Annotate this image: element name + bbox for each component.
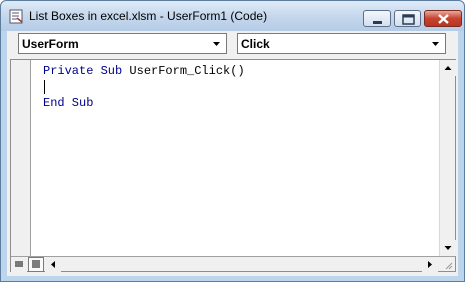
code-keyword: End Sub [43, 96, 94, 110]
margin-indicator-bar[interactable] [11, 60, 31, 256]
close-button[interactable] [424, 10, 462, 27]
chevron-down-icon[interactable] [427, 35, 444, 52]
size-grip[interactable] [439, 256, 455, 271]
code-editor[interactable]: Private Sub UserForm_Click() End Sub [10, 59, 456, 272]
minimize-icon [373, 21, 382, 24]
procedure-view-button[interactable] [11, 257, 27, 272]
resize-grip-icon [445, 262, 453, 270]
scroll-left-button[interactable] [45, 257, 61, 272]
minimize-button[interactable] [363, 10, 391, 27]
code-identifier: UserForm_Click() [122, 64, 245, 78]
vertical-scrollbar[interactable] [439, 60, 456, 256]
arrow-right-icon [428, 261, 432, 268]
chevron-down-icon[interactable] [208, 35, 225, 52]
scroll-up-button[interactable] [440, 60, 456, 76]
arrow-up-icon [444, 66, 452, 70]
code-line: End Sub [43, 95, 245, 111]
object-dropdown-value: UserForm [22, 37, 79, 51]
maximize-icon [402, 14, 415, 25]
window-title: List Boxes in excel.xlsm - UserForm1 (Co… [29, 9, 268, 23]
vba-code-window: List Boxes in excel.xlsm - UserForm1 (Co… [0, 0, 465, 282]
title-bar[interactable]: List Boxes in excel.xlsm - UserForm1 (Co… [1, 1, 464, 31]
arrow-left-icon [51, 261, 55, 268]
full-module-view-icon [32, 260, 40, 268]
maximize-button[interactable] [394, 10, 421, 27]
code-keyword: Private Sub [43, 64, 123, 78]
scroll-down-button[interactable] [440, 240, 456, 256]
arrow-down-icon [444, 246, 452, 250]
close-icon [438, 14, 449, 24]
procedure-view-icon [15, 261, 23, 267]
procedure-dropdown-value: Click [241, 37, 270, 51]
object-dropdown[interactable]: UserForm [18, 33, 227, 54]
full-module-view-button[interactable] [28, 257, 44, 272]
procedure-dropdown[interactable]: Click [237, 33, 446, 54]
scroll-right-button[interactable] [422, 257, 438, 272]
code-line: Private Sub UserForm_Click() [43, 63, 245, 79]
text-caret [44, 80, 45, 94]
code-module-icon [9, 9, 23, 24]
code-text[interactable]: Private Sub UserForm_Click() End Sub [43, 63, 245, 111]
horizontal-scrollbar[interactable] [11, 256, 439, 272]
